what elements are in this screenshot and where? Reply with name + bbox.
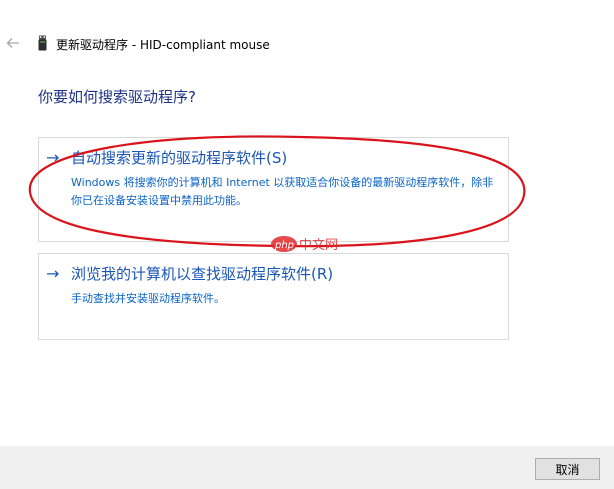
cancel-button[interactable]: 取消 — [535, 458, 600, 480]
auto-search-option[interactable]: → 自动搜索更新的驱动程序软件(S) Windows 将搜索你的计算机和 Int… — [38, 137, 509, 242]
usb-device-icon — [38, 35, 47, 51]
auto-search-title: 自动搜索更新的驱动程序软件(S) — [71, 149, 288, 167]
php-cn-watermark: php 中文网 — [270, 234, 350, 254]
watermark-site-text: 中文网 — [299, 238, 338, 253]
window-title: 更新驱动程序 - HID-compliant mouse — [56, 38, 270, 52]
arrow-right-icon: → — [46, 148, 60, 167]
browse-computer-option[interactable]: → 浏览我的计算机以查找驱动程序软件(R) 手动查找并安装驱动程序软件。 — [38, 253, 509, 340]
auto-search-description: Windows 将搜索你的计算机和 Internet 以获取适合你设备的最新驱动… — [71, 176, 494, 207]
watermark-logo-text: php — [274, 240, 294, 251]
title-bar: 更新驱动程序 - HID-compliant mouse — [0, 30, 614, 58]
browse-computer-title: 浏览我的计算机以查找驱动程序软件(R) — [71, 265, 334, 283]
browse-computer-description: 手动查找并安装驱动程序软件。 — [71, 292, 225, 305]
arrow-right-icon: → — [46, 264, 60, 283]
page-heading: 你要如何搜索驱动程序? — [38, 88, 196, 106]
back-arrow-icon[interactable] — [6, 36, 24, 52]
footer-bar: 取消 — [0, 446, 614, 489]
